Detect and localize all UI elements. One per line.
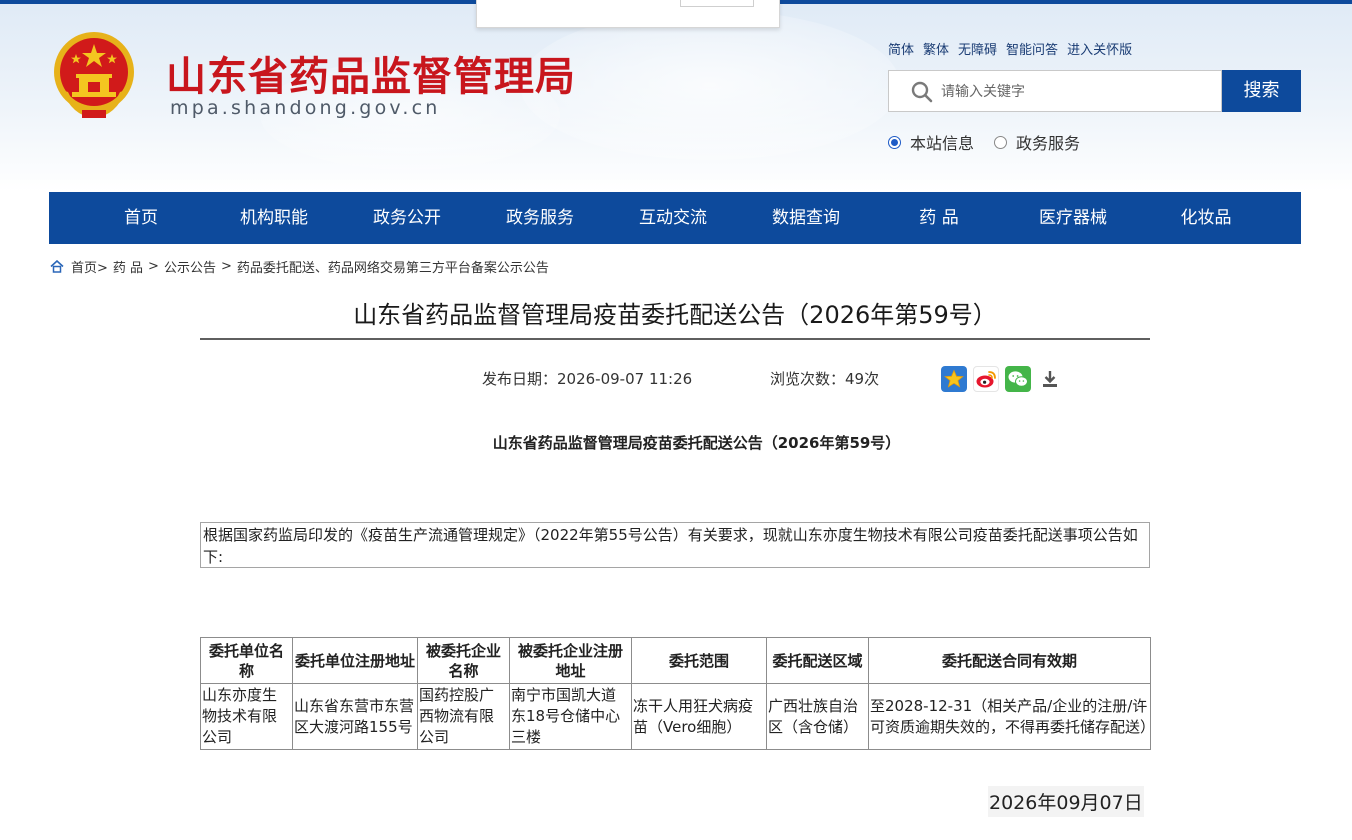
table-cell: 冻干人用狂犬病疫苗（Vero细胞） <box>631 683 767 750</box>
search-box <box>888 70 1222 112</box>
column-header: 被委托企业注册地址 <box>509 637 632 684</box>
nav-data-query[interactable]: 数据查询 <box>772 192 840 244</box>
table-cell: 南宁市国凯大道东18号仓储中心三楼 <box>509 683 632 750</box>
favorite-star-icon[interactable] <box>941 366 967 392</box>
header-cloud <box>520 10 900 160</box>
table-cell: 国药控股广西物流有限公司 <box>417 683 510 750</box>
publish-date: 发布日期：2026-09-07 11:26 <box>482 370 693 388</box>
search-icon <box>911 81 933 103</box>
table-cell: 至2028-12-31（相关产品/企业的注册/许可资质逾期失效的，不得再委托储存… <box>868 683 1155 750</box>
site-title: 山东省药品监督管理局 <box>166 54 576 100</box>
signature-date: 2026年09月07日 <box>988 786 1144 817</box>
search-button[interactable]: 搜索 <box>1222 70 1301 112</box>
nav-medical-devices[interactable]: 医疗器械 <box>1039 192 1107 244</box>
breadcrumb-separator: > <box>148 259 159 274</box>
table-cell: 广西壮族自治区（含仓储） <box>766 683 869 750</box>
search-scope: 本站信息 政务服务 <box>888 130 1100 154</box>
weibo-icon[interactable] <box>973 366 999 392</box>
search-bar: 搜索 <box>888 70 1301 112</box>
article-title: 山东省药品监督管理局疫苗委托配送公告（2026年第59号） <box>353 301 997 329</box>
breadcrumb-separator: > <box>220 259 232 274</box>
table-cell: 山东亦度生物技术有限公司 <box>200 683 293 750</box>
main-nav: 首页 机构职能 政务公开 政务服务 互动交流 数据查询 药 品 医疗器械 化妆品 <box>49 192 1301 244</box>
nav-organization[interactable]: 机构职能 <box>240 192 308 244</box>
link-traditional[interactable]: 繁体 <box>923 39 949 58</box>
link-care-mode[interactable]: 进入关怀版 <box>1067 39 1132 58</box>
nav-gov-services[interactable]: 政务服务 <box>506 192 574 244</box>
column-header: 委托单位名称 <box>200 637 293 684</box>
share-bar <box>941 366 1063 392</box>
link-accessibility[interactable]: 无障碍 <box>958 39 997 58</box>
column-header: 委托范围 <box>631 637 767 684</box>
link-smart-qa[interactable]: 智能问答 <box>1006 39 1058 58</box>
notice-table: 委托单位名称 委托单位注册地址 被委托企业名称 被委托企业注册地址 委托范围 委… <box>200 637 1155 750</box>
download-icon[interactable] <box>1037 366 1063 392</box>
scope-label: 政务服务 <box>1016 134 1081 153</box>
breadcrumb: 首页> 药 品 > 公示公告 > 药品委托配送、药品网络交易第三方平台备案公示公… <box>50 257 554 276</box>
nav-gov-affairs[interactable]: 政务公开 <box>373 192 441 244</box>
popup-panel <box>476 0 780 28</box>
nav-drugs[interactable]: 药 品 <box>919 192 958 244</box>
top-links: 简体 繁体 无障碍 智能问答 进入关怀版 <box>888 39 1132 58</box>
link-simplified[interactable]: 简体 <box>888 39 914 58</box>
radio-checked-icon[interactable] <box>888 135 901 149</box>
popup-button[interactable] <box>680 0 754 7</box>
breadcrumb-current[interactable]: 药品委托配送、药品网络交易第三方平台备案公示公告 <box>237 257 549 276</box>
breadcrumb-home[interactable]: 首页> <box>71 257 108 276</box>
nav-home[interactable]: 首页 <box>124 192 158 244</box>
view-count: 浏览次数：49次 <box>770 370 880 388</box>
home-icon <box>50 260 64 273</box>
title-divider <box>200 338 1150 340</box>
table-row: 山东亦度生物技术有限公司 山东省东营市东营区大渡河路155号 国药控股广西物流有… <box>200 683 1155 750</box>
search-input[interactable] <box>941 79 1211 105</box>
scope-label: 本站信息 <box>910 134 975 153</box>
radio-unchecked-icon[interactable] <box>994 135 1008 149</box>
article-subtitle: 山东省药品监督管理局疫苗委托配送公告（2026年第59号） <box>492 434 901 452</box>
wechat-icon[interactable] <box>1005 366 1031 392</box>
column-header: 委托配送区域 <box>766 637 869 684</box>
table-cell: 山东省东营市东营区大渡河路155号 <box>292 683 418 750</box>
column-header: 委托单位注册地址 <box>292 637 418 684</box>
table-header-row: 委托单位名称 委托单位注册地址 被委托企业名称 被委托企业注册地址 委托范围 委… <box>200 637 1151 684</box>
breadcrumb-announcements[interactable]: 公示公告 <box>164 257 216 276</box>
nav-cosmetics[interactable]: 化妆品 <box>1181 192 1232 244</box>
scope-site-info[interactable]: 本站信息 <box>888 130 974 154</box>
column-header: 委托配送合同有效期 <box>868 637 1151 684</box>
site-header: 山东省药品监督管理局 mpa.shandong.gov.cn 简体 繁体 无障碍… <box>0 0 1352 192</box>
breadcrumb-drugs[interactable]: 药 品 <box>113 257 143 276</box>
column-header: 被委托企业名称 <box>417 637 510 684</box>
national-emblem-icon <box>54 32 134 118</box>
site-domain: mpa.shandong.gov.cn <box>170 97 441 119</box>
article-intro: 根据国家药监局印发的《疫苗生产流通管理规定》（2022年第55号公告）有关要求，… <box>200 522 1150 568</box>
nav-interaction[interactable]: 互动交流 <box>639 192 707 244</box>
scope-gov-service[interactable]: 政务服务 <box>994 130 1080 154</box>
